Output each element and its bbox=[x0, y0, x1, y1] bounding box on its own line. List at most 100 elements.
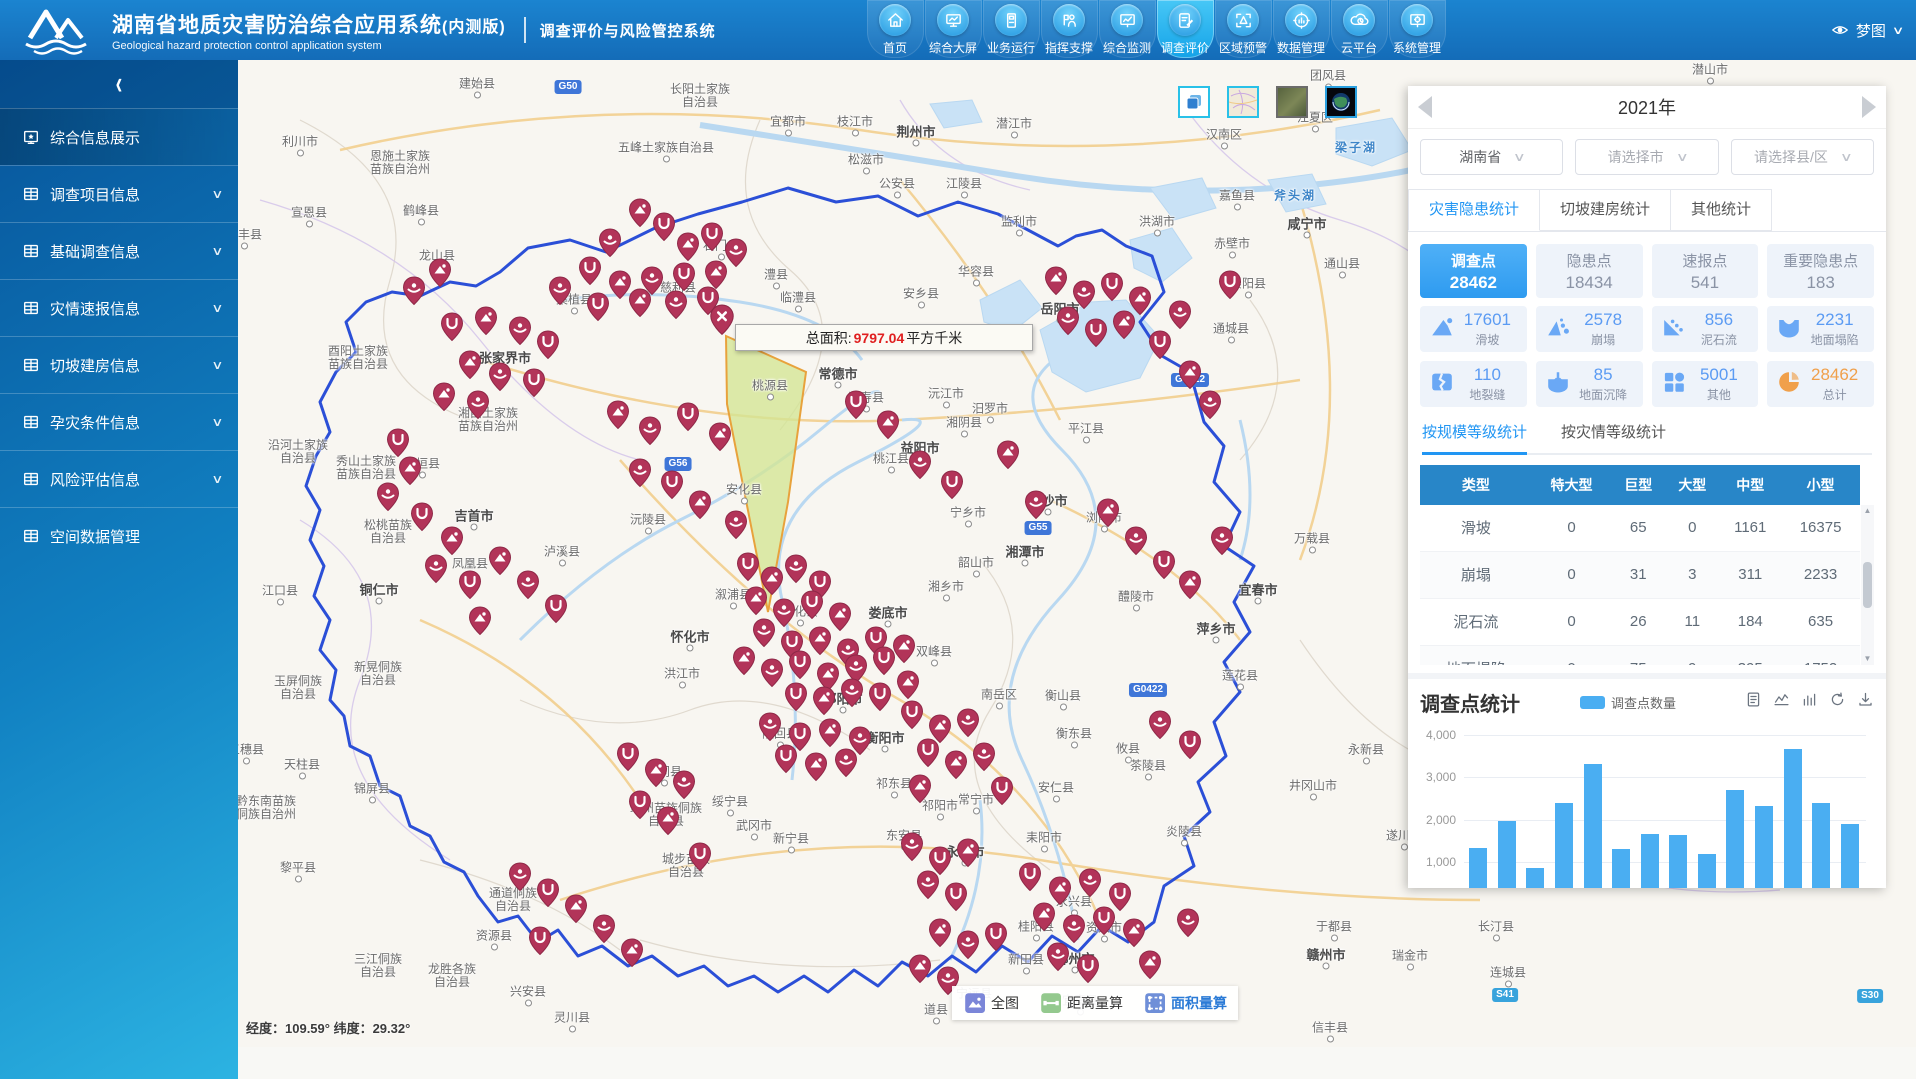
hazard-point-marker[interactable] bbox=[972, 742, 996, 772]
nav-item-综合大屏[interactable]: 综合大屏 bbox=[925, 0, 982, 58]
hazard-point-marker[interactable] bbox=[940, 470, 964, 500]
bar-邵阳市[interactable] bbox=[1584, 764, 1602, 888]
list-button[interactable] bbox=[1745, 691, 1762, 713]
hazard-point-marker[interactable] bbox=[908, 774, 932, 804]
scrollbar-thumb[interactable] bbox=[1863, 562, 1872, 608]
hazard-point-marker[interactable] bbox=[578, 256, 602, 286]
scroll-up-icon[interactable]: ▲ bbox=[1864, 507, 1872, 515]
hazard-point-marker[interactable] bbox=[672, 262, 696, 292]
hazard-point-marker[interactable] bbox=[700, 222, 724, 252]
hazard-point-marker[interactable] bbox=[908, 954, 932, 984]
hazard-point-marker[interactable] bbox=[876, 410, 900, 440]
hazard-point-marker[interactable] bbox=[664, 290, 688, 320]
hazard-point-marker[interactable] bbox=[944, 882, 968, 912]
hazard-point-marker[interactable] bbox=[760, 658, 784, 688]
hazard-point-marker[interactable] bbox=[1100, 272, 1124, 302]
hazard-point-marker[interactable] bbox=[516, 570, 540, 600]
hazard-point-marker[interactable] bbox=[644, 758, 668, 788]
hazard-point-marker[interactable] bbox=[1092, 906, 1116, 936]
previous-year-button[interactable] bbox=[1418, 96, 1432, 118]
hazard-point-marker[interactable] bbox=[1176, 908, 1200, 938]
subtab-按灾情等级统计[interactable]: 按灾情等级统计 bbox=[1561, 421, 1666, 453]
table-scrollbar[interactable]: ▲ ▼ bbox=[1861, 505, 1874, 665]
hazard-point-marker[interactable] bbox=[616, 742, 640, 772]
hazard-point-marker[interactable] bbox=[1178, 360, 1202, 390]
hazard-point-marker[interactable] bbox=[1056, 306, 1080, 336]
hazard-point-marker[interactable] bbox=[564, 894, 588, 924]
stat-card-重要隐患点[interactable]: 重要隐患点183 bbox=[1767, 244, 1874, 298]
hazard-point-marker[interactable] bbox=[376, 482, 400, 512]
hazard-point-marker[interactable] bbox=[724, 510, 748, 540]
hazard-point-marker[interactable] bbox=[628, 458, 652, 488]
hazard-point-marker[interactable] bbox=[688, 490, 712, 520]
scroll-down-icon[interactable]: ▼ bbox=[1864, 655, 1872, 663]
hazard-point-marker[interactable] bbox=[1178, 730, 1202, 760]
hazard-point-marker[interactable] bbox=[908, 450, 932, 480]
hazard-point-marker[interactable] bbox=[432, 382, 456, 412]
hazard-point-marker[interactable] bbox=[468, 606, 492, 636]
hazard-point-marker[interactable] bbox=[466, 390, 490, 420]
hazard-point-marker[interactable] bbox=[628, 790, 652, 820]
nav-item-区域预警[interactable]: 区域预警 bbox=[1215, 0, 1272, 58]
stat-card-速报点[interactable]: 速报点541 bbox=[1652, 244, 1759, 298]
hazard-point-marker[interactable] bbox=[660, 470, 684, 500]
hazard-point-marker[interactable] bbox=[656, 806, 680, 836]
hazard-point-marker[interactable] bbox=[900, 832, 924, 862]
hazard-point-marker[interactable] bbox=[474, 306, 498, 336]
hazard-point-marker[interactable] bbox=[672, 770, 696, 800]
hazard-point-marker[interactable] bbox=[428, 258, 452, 288]
hazard-point-marker[interactable] bbox=[628, 198, 652, 228]
hazard-point-marker[interactable] bbox=[592, 914, 616, 944]
bar-长沙市[interactable] bbox=[1469, 848, 1487, 888]
hazard-point-marker[interactable] bbox=[708, 422, 732, 452]
hazard-point-marker[interactable] bbox=[1112, 310, 1136, 340]
hazard-point-marker[interactable] bbox=[1148, 710, 1172, 740]
hazard-point-marker[interactable] bbox=[1062, 914, 1086, 944]
hazard-point-marker[interactable] bbox=[916, 738, 940, 768]
hazard-point-marker[interactable] bbox=[676, 232, 700, 262]
nav-item-指挥支撑[interactable]: 指挥支撑 bbox=[1041, 0, 1098, 58]
hazard-point-marker[interactable] bbox=[628, 288, 652, 318]
hazard-point-marker[interactable] bbox=[1138, 950, 1162, 980]
nav-item-首页[interactable]: 首页 bbox=[867, 0, 924, 58]
nav-item-数据管理[interactable]: 数据管理 bbox=[1273, 0, 1330, 58]
hazard-point-marker[interactable] bbox=[620, 938, 644, 968]
stat-card-调查点[interactable]: 调查点28462 bbox=[1420, 244, 1527, 298]
hazard-point-marker[interactable] bbox=[522, 368, 546, 398]
hazard-point-marker[interactable] bbox=[488, 546, 512, 576]
satellite-thumbnail[interactable] bbox=[1276, 86, 1308, 118]
bar-郴州市[interactable] bbox=[1726, 790, 1744, 888]
hazard-point-marker[interactable] bbox=[402, 276, 426, 306]
hazard-point-marker[interactable] bbox=[916, 870, 940, 900]
hazard-point-marker[interactable] bbox=[1076, 954, 1100, 984]
nav-item-系统管理[interactable]: 系统管理 bbox=[1389, 0, 1446, 58]
hazard-point-marker[interactable] bbox=[606, 400, 630, 430]
hazard-point-marker[interactable] bbox=[586, 292, 610, 322]
region-select-1[interactable]: 请选择市∨ bbox=[1575, 139, 1718, 175]
subtab-按规模等级统计[interactable]: 按规模等级统计 bbox=[1422, 421, 1527, 455]
tab-灾害隐患统计[interactable]: 灾害隐患统计 bbox=[1408, 189, 1540, 231]
bar-岳阳市[interactable] bbox=[1612, 849, 1630, 888]
hazard-point-marker[interactable] bbox=[956, 838, 980, 868]
hazard-point-marker[interactable] bbox=[544, 594, 568, 624]
hazard-point-marker[interactable] bbox=[800, 590, 824, 620]
bar-常德市[interactable] bbox=[1641, 834, 1659, 888]
bar-株洲市[interactable] bbox=[1498, 821, 1516, 888]
region-select-0[interactable]: 湖南省∨ bbox=[1420, 139, 1563, 175]
hazard-point-marker[interactable] bbox=[736, 552, 760, 582]
hazard-point-marker[interactable] bbox=[410, 502, 434, 532]
sidebar-collapse-button[interactable]: ‹ bbox=[0, 60, 238, 108]
hazard-point-marker[interactable] bbox=[1218, 270, 1242, 300]
measure-tool-面积量算[interactable]: 面积量算 bbox=[1143, 991, 1227, 1016]
hazard-point-marker[interactable] bbox=[458, 350, 482, 380]
region-select-2[interactable]: 请选择县/区∨ bbox=[1731, 139, 1874, 175]
bar-益阳市[interactable] bbox=[1698, 854, 1716, 889]
sidebar-item-孕灾条件信息[interactable]: 孕灾条件信息∨ bbox=[0, 393, 238, 450]
hazard-point-marker[interactable] bbox=[844, 390, 868, 420]
bar-chart-button[interactable] bbox=[1801, 691, 1818, 713]
measure-close-pin[interactable] bbox=[709, 304, 735, 336]
hazard-point-marker[interactable] bbox=[508, 862, 532, 892]
hazard-point-marker[interactable] bbox=[398, 456, 422, 486]
hazard-point-marker[interactable] bbox=[752, 618, 776, 648]
tab-切坡建房统计[interactable]: 切坡建房统计 bbox=[1540, 189, 1671, 231]
